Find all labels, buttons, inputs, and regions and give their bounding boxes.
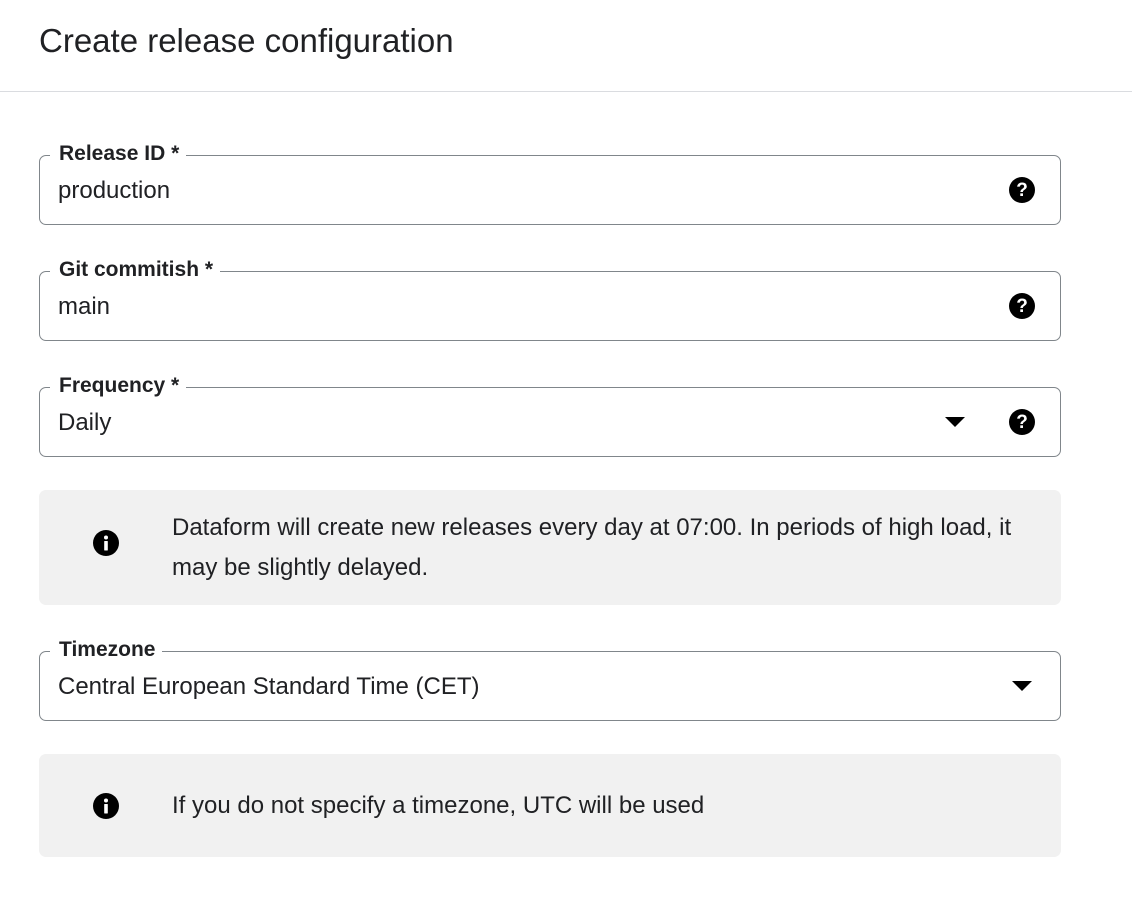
frequency-select[interactable]: Frequency * Daily ? <box>39 373 1061 457</box>
release-id-field[interactable]: Release ID * production ? <box>39 141 1061 225</box>
page-title: Create release configuration <box>39 22 454 59</box>
dialog-header: Create release configuration <box>0 0 1132 92</box>
timezone-info-text: If you do not specify a timezone, UTC wi… <box>172 792 705 819</box>
git-commitish-label: Git commitish * <box>50 257 221 283</box>
svg-text:?: ? <box>1016 180 1028 201</box>
help-circle-icon[interactable]: ? <box>1008 408 1036 436</box>
release-id-input[interactable]: production <box>58 176 170 206</box>
git-commitish-field[interactable]: Git commitish * main ? <box>39 257 1061 341</box>
svg-text:?: ? <box>1016 412 1028 433</box>
info-icon <box>92 529 120 557</box>
frequency-info-text: Dataform will create new releases every … <box>172 514 1012 581</box>
timezone-selected-value[interactable]: Central European Standard Time (CET) <box>58 672 480 702</box>
caret-down-icon[interactable] <box>945 417 965 427</box>
help-circle-icon[interactable]: ? <box>1008 176 1036 204</box>
info-icon <box>92 792 120 820</box>
help-circle-icon[interactable]: ? <box>1008 292 1036 320</box>
frequency-label: Frequency * <box>50 373 187 399</box>
timezone-label: Timezone <box>50 637 163 663</box>
release-id-label: Release ID * <box>50 141 187 167</box>
svg-text:?: ? <box>1016 296 1028 317</box>
timezone-info-box: If you do not specify a timezone, UTC wi… <box>39 754 1061 857</box>
frequency-info-box: Dataform will create new releases every … <box>39 490 1061 605</box>
frequency-selected-value[interactable]: Daily <box>58 408 111 438</box>
caret-down-icon[interactable] <box>1012 681 1032 691</box>
timezone-select[interactable]: Timezone Central European Standard Time … <box>39 637 1061 721</box>
git-commitish-input[interactable]: main <box>58 292 110 322</box>
